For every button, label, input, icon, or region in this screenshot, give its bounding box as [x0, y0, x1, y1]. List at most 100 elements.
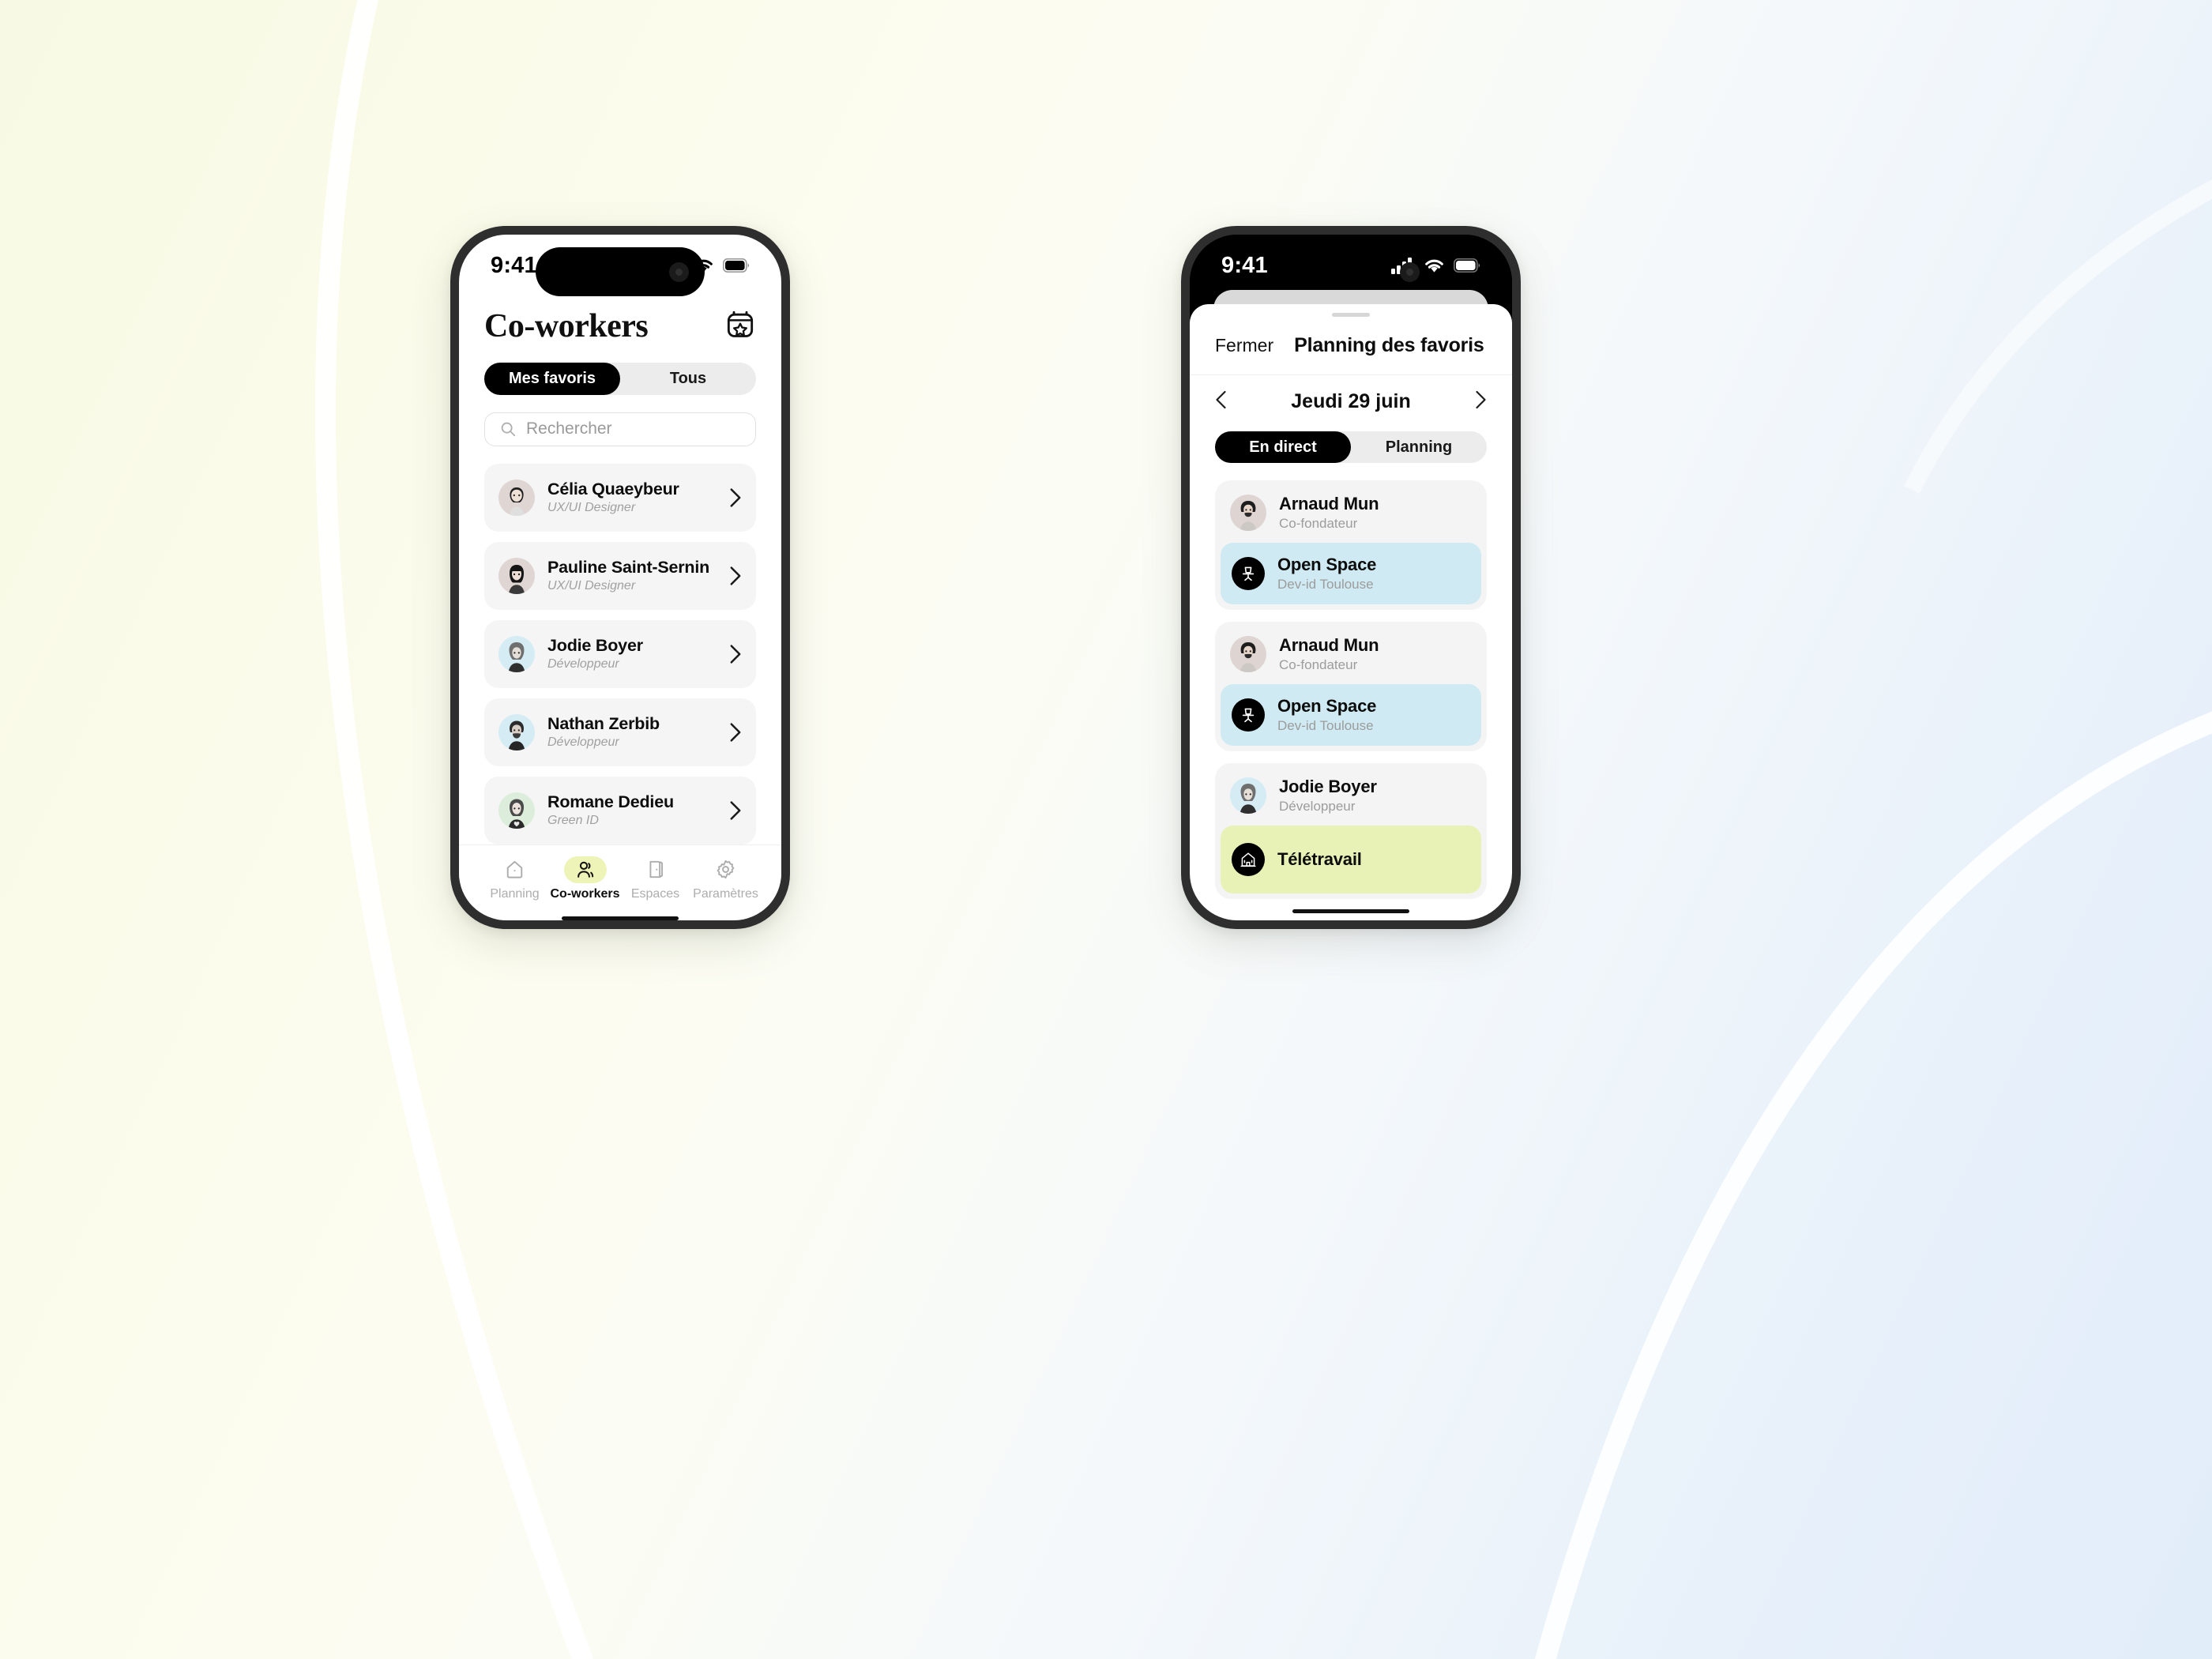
sheet-title: Planning des favoris — [1294, 334, 1484, 357]
calendar-star-icon[interactable] — [724, 309, 756, 344]
tab-label: Planning — [490, 886, 540, 901]
tab-label: Espaces — [630, 886, 680, 901]
chevron-right-icon — [730, 800, 741, 820]
card-person-name: Arnaud Mun — [1279, 635, 1379, 656]
bottom-tab-bar: Planning Co-workers Espaces Paramètres — [459, 844, 781, 912]
office-chair-icon — [1232, 698, 1265, 732]
current-date-label: Jeudi 29 juin — [1291, 390, 1411, 413]
status-bar: 9:41 — [1190, 235, 1512, 296]
status-sub: Dev-id Toulouse — [1277, 577, 1374, 592]
list-item[interactable]: Célia Quaeybeur UX/UI Designer — [484, 463, 756, 532]
status-name: Open Space — [1277, 555, 1377, 575]
list-item[interactable]: Pauline Saint-Sernin UX/UI Designer — [484, 541, 756, 610]
phone-mockup-left: 9:41 Co-workers Mes favoris Tous Recherc… — [443, 222, 797, 933]
list-item-role: Développeur — [547, 657, 619, 672]
segment-tous[interactable]: Tous — [620, 363, 756, 395]
status-pill[interactable]: Télétravail — [1221, 826, 1481, 894]
status-name: Open Space — [1277, 696, 1377, 717]
list-item-name: Jodie Boyer — [547, 636, 643, 656]
card-person-name: Jodie Boyer — [1279, 777, 1377, 797]
list-item[interactable]: Jodie Boyer Développeur — [484, 619, 756, 688]
background-arc-decoration — [314, 0, 2212, 1659]
segment-mes-favoris[interactable]: Mes favoris — [484, 363, 620, 395]
tab-espaces[interactable]: Espaces — [620, 856, 690, 901]
tab-label: Co-workers — [550, 886, 620, 901]
avatar — [1230, 777, 1266, 814]
app-header: Co-workers — [459, 296, 781, 345]
front-camera-icon — [669, 261, 689, 282]
list-item-name: Pauline Saint-Sernin — [547, 558, 710, 577]
avatar — [1230, 495, 1266, 532]
list-item-role: UX/UI Designer — [547, 501, 636, 515]
phone-mockup-right: 9:41 Fermer Planning des favoris Jeudi 2… — [1174, 222, 1528, 933]
card-person-name: Arnaud Mun — [1279, 494, 1379, 514]
home-indicator[interactable] — [562, 916, 679, 920]
page-background — [0, 0, 2212, 1659]
screen-left: 9:41 Co-workers Mes favoris Tous Recherc… — [459, 235, 781, 920]
status-bar: 9:41 — [459, 235, 781, 296]
chevron-right-icon — [730, 644, 741, 664]
home-indicator[interactable] — [1292, 908, 1409, 913]
chevron-right-icon — [730, 722, 741, 742]
gear-icon — [705, 856, 747, 883]
avatar — [498, 792, 535, 829]
search-input[interactable]: Rechercher — [484, 412, 756, 446]
status-sub: Dev-id Toulouse — [1277, 718, 1374, 734]
avatar — [1230, 636, 1266, 673]
door-icon — [634, 856, 677, 883]
date-navigator: Jeudi 29 juin — [1190, 375, 1512, 419]
home-icon — [494, 856, 536, 883]
search-placeholder: Rechercher — [526, 419, 612, 438]
front-camera-icon — [1400, 261, 1420, 282]
screen-right: 9:41 Fermer Planning des favoris Jeudi 2… — [1190, 235, 1512, 920]
favorites-filter-segmented-control[interactable]: Mes favoris Tous — [484, 363, 756, 395]
list-item-role: UX/UI Designer — [547, 579, 636, 593]
list-item[interactable]: Romane Dedieu Green ID — [484, 776, 756, 845]
tab-parametres[interactable]: Paramètres — [690, 856, 761, 901]
view-mode-segmented-control[interactable]: En direct Planning — [1215, 431, 1487, 464]
planning-card[interactable]: Arnaud Mun Co-fondateur Open Space Dev-i… — [1215, 480, 1487, 611]
list-item-name: Romane Dedieu — [547, 792, 674, 812]
tab-label: Paramètres — [693, 886, 758, 901]
page-title: Co-workers — [484, 308, 649, 344]
dynamic-island — [1266, 247, 1435, 296]
battery-icon — [1454, 258, 1480, 273]
status-pill[interactable]: Open Space Dev-id Toulouse — [1221, 684, 1481, 747]
card-person: Jodie Boyer Développeur — [1221, 769, 1481, 826]
house-icon — [1232, 843, 1265, 877]
status-time: 9:41 — [491, 252, 537, 278]
list-item-role: Green ID — [547, 814, 599, 828]
avatar — [498, 713, 535, 750]
status-time: 9:41 — [1221, 252, 1268, 278]
segment-planning[interactable]: Planning — [1351, 431, 1487, 463]
list-item-role: Développeur — [547, 735, 619, 750]
coworkers-list: Célia Quaeybeur UX/UI Designer Pauline S… — [484, 463, 756, 845]
chevron-right-icon — [730, 487, 741, 507]
tab-planning[interactable]: Planning — [480, 856, 550, 901]
card-person-role: Co-fondateur — [1279, 657, 1358, 673]
chevron-left-icon[interactable] — [1215, 389, 1227, 414]
search-icon — [501, 422, 516, 437]
planning-card[interactable]: Arnaud Mun Co-fondateur Open Space Dev-i… — [1215, 622, 1487, 752]
list-item-name: Nathan Zerbib — [547, 714, 660, 734]
sheet-header: Fermer Planning des favoris — [1190, 317, 1512, 376]
planning-card[interactable]: Jodie Boyer Développeur Télétravail — [1215, 763, 1487, 900]
card-person-role: Développeur — [1279, 799, 1356, 814]
card-person: Arnaud Mun Co-fondateur — [1221, 627, 1481, 684]
battery-icon — [723, 258, 750, 273]
list-item[interactable]: Nathan Zerbib Développeur — [484, 698, 756, 766]
planning-sheet: Fermer Planning des favoris Jeudi 29 jui… — [1190, 304, 1512, 920]
segment-en-direct[interactable]: En direct — [1215, 431, 1351, 464]
status-pill[interactable]: Open Space Dev-id Toulouse — [1221, 543, 1481, 605]
chevron-right-icon[interactable] — [1475, 389, 1487, 414]
close-button[interactable]: Fermer — [1215, 335, 1273, 356]
card-person-role: Co-fondateur — [1279, 516, 1358, 532]
favorites-planning-list: Arnaud Mun Co-fondateur Open Space Dev-i… — [1190, 480, 1512, 909]
tab-co-workers[interactable]: Co-workers — [550, 856, 620, 901]
status-name: Télétravail — [1277, 849, 1362, 870]
people-icon — [563, 856, 607, 883]
avatar — [498, 557, 535, 594]
avatar — [498, 635, 535, 672]
list-item-name: Célia Quaeybeur — [547, 480, 679, 499]
avatar — [498, 479, 535, 516]
